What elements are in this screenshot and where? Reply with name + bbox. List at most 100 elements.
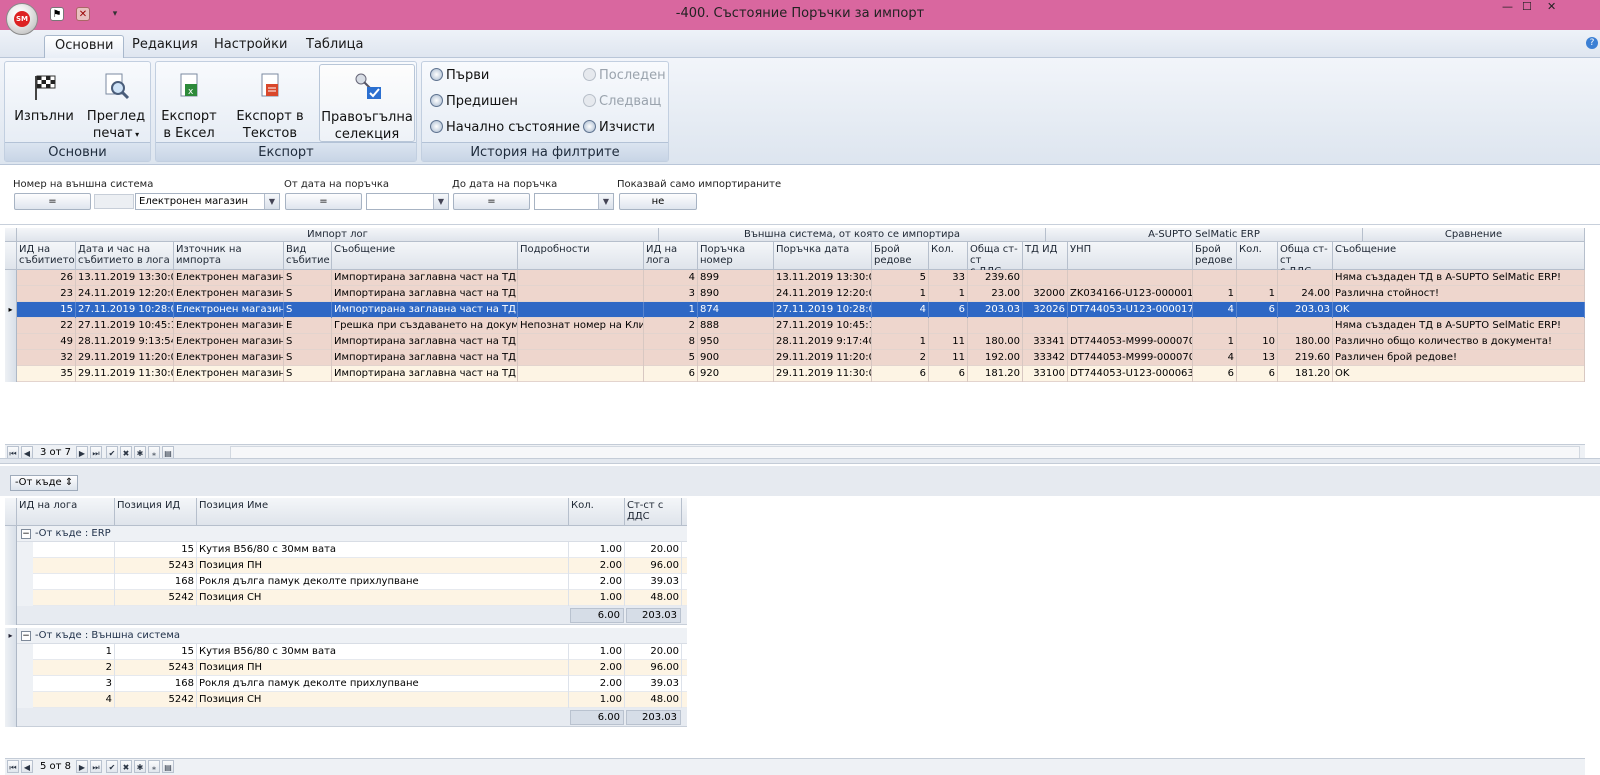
table-row[interactable]: 35 29.11.2019 11:30:00 Електронен магазин S… bbox=[5, 366, 1585, 382]
tab-edit[interactable]: Редакция bbox=[122, 35, 208, 58]
table-cell[interactable]: Електронен магазин bbox=[174, 366, 284, 382]
table-cell[interactable]: Електронен магазин bbox=[174, 350, 284, 366]
table-cell[interactable]: 1.00 bbox=[569, 644, 625, 660]
chevron-down-icon[interactable]: ▼ bbox=[598, 194, 613, 209]
table-row[interactable]: 32 29.11.2019 11:20:00 Електронен магазин S… bbox=[5, 350, 1585, 366]
table-cell[interactable]: S bbox=[284, 270, 332, 286]
row-selector[interactable] bbox=[5, 644, 17, 660]
table-cell[interactable]: Импортирана заглавна част на ТД bbox=[332, 350, 518, 366]
table-cell[interactable] bbox=[872, 318, 929, 334]
table-cell[interactable]: Позиция ПН bbox=[197, 660, 569, 676]
table-cell[interactable]: S bbox=[284, 334, 332, 350]
table-cell[interactable]: 28.11.2019 9:17:40 bbox=[774, 334, 872, 350]
filter-operator-external-system[interactable]: = bbox=[14, 193, 91, 210]
column-header[interactable]: Кол. bbox=[929, 242, 968, 270]
table-cell[interactable]: Няма създаден ТД в A-SUPTO SelMatic ERP! bbox=[1333, 270, 1585, 286]
table-cell[interactable]: 33 bbox=[929, 270, 968, 286]
table-cell[interactable]: 22 bbox=[17, 318, 76, 334]
list-item[interactable]: 15 Кутия В56/80 с 30мм вата 1.00 20.00 bbox=[5, 542, 687, 558]
column-header[interactable]: Поръчка номер bbox=[698, 242, 774, 270]
close-window-icon[interactable]: ✕ bbox=[1547, 0, 1556, 13]
table-cell[interactable]: 1 bbox=[929, 286, 968, 302]
table-cell[interactable]: 39.03 bbox=[625, 574, 682, 590]
help-icon[interactable]: ? bbox=[1586, 37, 1598, 49]
table-cell[interactable]: 24.11.2019 12:20:00 bbox=[76, 286, 174, 302]
table-cell[interactable]: 6 bbox=[929, 302, 968, 318]
table-cell[interactable]: S bbox=[284, 302, 332, 318]
history-prev-button[interactable]: Предишен bbox=[430, 93, 518, 111]
table-cell[interactable] bbox=[518, 334, 644, 350]
row-selector[interactable] bbox=[5, 350, 17, 366]
table-cell[interactable]: 26 bbox=[17, 270, 76, 286]
table-cell[interactable] bbox=[1237, 318, 1278, 334]
table-cell[interactable]: 6 bbox=[929, 366, 968, 382]
table-cell[interactable]: 1 bbox=[1193, 286, 1237, 302]
table-cell[interactable]: 899 bbox=[698, 270, 774, 286]
table-cell[interactable]: 13 bbox=[1237, 350, 1278, 366]
column-header[interactable]: Обща ст-стс ДДС bbox=[1278, 242, 1333, 270]
table-cell[interactable]: OK bbox=[1333, 302, 1585, 318]
table-cell[interactable]: 920 bbox=[698, 366, 774, 382]
table-cell[interactable]: 181.20 bbox=[1278, 366, 1333, 382]
table-cell[interactable]: DT744053-M999-0000707 bbox=[1068, 350, 1193, 366]
nav-post-icon[interactable]: ✔ bbox=[106, 760, 118, 773]
table-cell[interactable]: 180.00 bbox=[1278, 334, 1333, 350]
table-cell[interactable]: 6 bbox=[1237, 302, 1278, 318]
table-cell[interactable]: Няма създаден ТД в A-SUPTO SelMatic ERP! bbox=[1333, 318, 1585, 334]
table-cell[interactable]: 27.11.2019 10:28:06 bbox=[76, 302, 174, 318]
column-header[interactable]: Кол. bbox=[1237, 242, 1278, 270]
row-selector[interactable] bbox=[5, 334, 17, 350]
table-cell[interactable] bbox=[1278, 318, 1333, 334]
table-cell[interactable]: Непознат номер на Клиент bbox=[518, 318, 644, 334]
table-row[interactable]: 22 27.11.2019 10:45:13 Електронен магазин E… bbox=[5, 318, 1585, 334]
table-cell[interactable]: Различна стойност! bbox=[1333, 286, 1585, 302]
table-cell[interactable]: Импортирана заглавна част на ТД bbox=[332, 286, 518, 302]
table-cell[interactable]: 1 bbox=[872, 334, 929, 350]
table-cell[interactable]: 3 bbox=[644, 286, 698, 302]
column-header[interactable]: ИД на събитието bbox=[17, 242, 76, 270]
list-item[interactable]: 168 Рокля дълга памук деколте прихлупване… bbox=[5, 574, 687, 590]
table-cell[interactable] bbox=[33, 558, 115, 574]
history-last-button[interactable]: Последен bbox=[583, 67, 666, 85]
table-cell[interactable]: 15 bbox=[17, 302, 76, 318]
maximize-icon[interactable]: ☐ bbox=[1522, 0, 1532, 13]
date-from-picker[interactable]: ▼ bbox=[366, 193, 449, 210]
history-initial-button[interactable]: Начално състояние bbox=[430, 119, 580, 137]
table-cell[interactable]: 15 bbox=[115, 644, 197, 660]
table-cell[interactable]: 2 bbox=[33, 660, 115, 676]
table-cell[interactable]: 39.03 bbox=[625, 676, 682, 692]
table-cell[interactable]: 203.03 bbox=[968, 302, 1023, 318]
row-selector[interactable] bbox=[5, 366, 17, 382]
table-cell[interactable]: 20.00 bbox=[625, 644, 682, 660]
table-cell[interactable]: 5 bbox=[872, 270, 929, 286]
table-cell[interactable]: 1.00 bbox=[569, 542, 625, 558]
table-cell[interactable]: Електронен магазин bbox=[174, 334, 284, 350]
table-cell[interactable]: Електронен магазин bbox=[174, 286, 284, 302]
table-cell[interactable]: Рокля дълга памук деколте прихлупване bbox=[197, 574, 569, 590]
table-cell[interactable]: 1.00 bbox=[569, 590, 625, 606]
table-cell[interactable]: 6 bbox=[1237, 366, 1278, 382]
column-header[interactable]: Позиция ИД bbox=[115, 498, 197, 526]
table-cell[interactable] bbox=[1237, 270, 1278, 286]
table-cell[interactable]: 13.11.2019 13:30:00 bbox=[774, 270, 872, 286]
list-item[interactable]: 5242 Позиция СН 1.00 48.00 bbox=[5, 590, 687, 606]
table-cell[interactable] bbox=[968, 318, 1023, 334]
list-item[interactable]: 2 5243 Позиция ПН 2.00 96.00 bbox=[5, 660, 687, 676]
table-cell[interactable]: 27.11.2019 10:28:06 bbox=[774, 302, 872, 318]
table-cell[interactable]: S bbox=[284, 366, 332, 382]
table-cell[interactable]: 33341 bbox=[1023, 334, 1068, 350]
column-header[interactable]: Дата и час на събитието в лога bbox=[76, 242, 174, 270]
row-selector[interactable] bbox=[5, 676, 17, 692]
table-cell[interactable]: S bbox=[284, 350, 332, 366]
table-cell[interactable]: 6 bbox=[644, 366, 698, 382]
table-cell[interactable]: DT744053-U123-0000174 bbox=[1068, 302, 1193, 318]
table-cell[interactable]: 5243 bbox=[115, 558, 197, 574]
app-menu-button[interactable]: SM bbox=[6, 3, 38, 35]
table-cell[interactable]: 10 bbox=[1237, 334, 1278, 350]
list-item[interactable]: 3 168 Рокля дълга памук деколте прихлупван… bbox=[5, 676, 687, 692]
table-cell[interactable]: Рокля дълга памук деколте прихлупване bbox=[197, 676, 569, 692]
table-cell[interactable] bbox=[1278, 270, 1333, 286]
table-cell[interactable]: Импортирана заглавна част на ТД bbox=[332, 366, 518, 382]
row-selector[interactable] bbox=[5, 526, 17, 542]
table-cell[interactable]: 23 bbox=[17, 286, 76, 302]
